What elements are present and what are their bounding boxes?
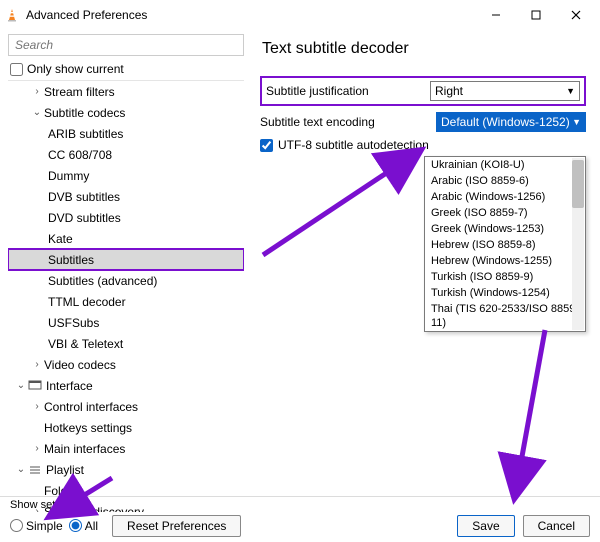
tree-item-dvb[interactable]: DVB subtitles: [8, 186, 244, 207]
tree-item-stream-filters[interactable]: ›Stream filters: [8, 81, 244, 102]
encoding-option[interactable]: Hebrew (Windows-1255): [425, 253, 585, 269]
encoding-option[interactable]: Greek (ISO 8859-7): [425, 205, 585, 221]
settings-tree[interactable]: ›Stream filters ⌄Subtitle codecs ARIB su…: [8, 80, 244, 512]
panel-heading: Text subtitle decoder: [262, 40, 586, 58]
tree-item-video-codecs[interactable]: ›Video codecs: [8, 354, 244, 375]
reset-preferences-button[interactable]: Reset Preferences: [112, 515, 241, 537]
left-pane: Only show current ›Stream filters ⌄Subti…: [0, 30, 248, 512]
encoding-option[interactable]: Thai (TIS 620-2533/ISO 8859-11): [425, 301, 585, 331]
right-pane: Text subtitle decoder Subtitle justifica…: [248, 30, 600, 512]
justification-select[interactable]: Right ▼: [430, 81, 580, 101]
maximize-button[interactable]: [516, 1, 556, 29]
utf8-row: UTF-8 subtitle autodetection: [260, 138, 586, 152]
chevron-down-icon: ▼: [572, 117, 581, 127]
utf8-checkbox[interactable]: [260, 139, 273, 152]
justification-row: Subtitle justification Right ▼: [260, 76, 586, 106]
show-settings-label: Show settings: [10, 499, 78, 511]
vlc-icon: [4, 7, 20, 23]
encoding-select[interactable]: Default (Windows-1252) ▼: [436, 112, 586, 132]
playlist-icon: [28, 464, 42, 476]
tree-item-subtitles-adv[interactable]: Subtitles (advanced): [8, 270, 244, 291]
utf8-label: UTF-8 subtitle autodetection: [278, 138, 429, 152]
tree-item-interface[interactable]: ⌄Interface: [8, 375, 244, 396]
encoding-option[interactable]: Turkish (ISO 8859-9): [425, 269, 585, 285]
encoding-option[interactable]: Arabic (Windows-1256): [425, 189, 585, 205]
encoding-option[interactable]: Turkish (Windows-1254): [425, 285, 585, 301]
encoding-option[interactable]: Ukrainian (KOI8-U): [425, 157, 585, 173]
window-title: Advanced Preferences: [26, 8, 476, 22]
only-show-current-checkbox[interactable]: [10, 63, 23, 76]
simple-radio[interactable]: Simple: [10, 519, 63, 533]
tree-item-hotkeys[interactable]: ›Hotkeys settings: [8, 417, 244, 438]
justification-label: Subtitle justification: [266, 84, 430, 98]
tree-item-dummy[interactable]: Dummy: [8, 165, 244, 186]
encoding-option[interactable]: Hebrew (ISO 8859-8): [425, 237, 585, 253]
tree-item-kate[interactable]: Kate: [8, 228, 244, 249]
search-input[interactable]: [8, 34, 244, 56]
minimize-button[interactable]: [476, 1, 516, 29]
tree-item-dvd[interactable]: DVD subtitles: [8, 207, 244, 228]
encoding-option[interactable]: Greek (Windows-1253): [425, 221, 585, 237]
dropdown-scrollbar[interactable]: [572, 158, 584, 330]
cancel-button[interactable]: Cancel: [523, 515, 590, 537]
titlebar: Advanced Preferences: [0, 0, 600, 30]
tree-item-subtitles[interactable]: Subtitles: [8, 249, 244, 270]
tree-item-vbi[interactable]: VBI & Teletext: [8, 333, 244, 354]
tree-item-control-ifaces[interactable]: ›Control interfaces: [8, 396, 244, 417]
tree-item-cc608[interactable]: CC 608/708: [8, 144, 244, 165]
encoding-dropdown[interactable]: Ukrainian (KOI8-U) Arabic (ISO 8859-6) A…: [424, 156, 586, 332]
only-show-current-label: Only show current: [27, 62, 124, 76]
tree-item-main-ifaces[interactable]: ›Main interfaces: [8, 438, 244, 459]
save-button[interactable]: Save: [457, 515, 514, 537]
show-settings-radios: Simple All Reset Preferences: [10, 515, 241, 537]
tree-item-usfsubs[interactable]: USFSubs: [8, 312, 244, 333]
chevron-down-icon: ▼: [566, 86, 575, 96]
tree-item-playlist[interactable]: ⌄Playlist: [8, 459, 244, 480]
encoding-row: Subtitle text encoding Default (Windows-…: [260, 112, 586, 132]
encoding-label: Subtitle text encoding: [260, 115, 436, 129]
footer: Show settings Simple All Reset Preferenc…: [0, 496, 600, 542]
tree-item-arib[interactable]: ARIB subtitles: [8, 123, 244, 144]
tree-item-subtitle-codecs[interactable]: ⌄Subtitle codecs: [8, 102, 244, 123]
interface-icon: [28, 380, 42, 392]
all-radio[interactable]: All: [69, 519, 98, 533]
tree-item-ttml[interactable]: TTML decoder: [8, 291, 244, 312]
encoding-option[interactable]: Arabic (ISO 8859-6): [425, 173, 585, 189]
close-button[interactable]: [556, 1, 596, 29]
